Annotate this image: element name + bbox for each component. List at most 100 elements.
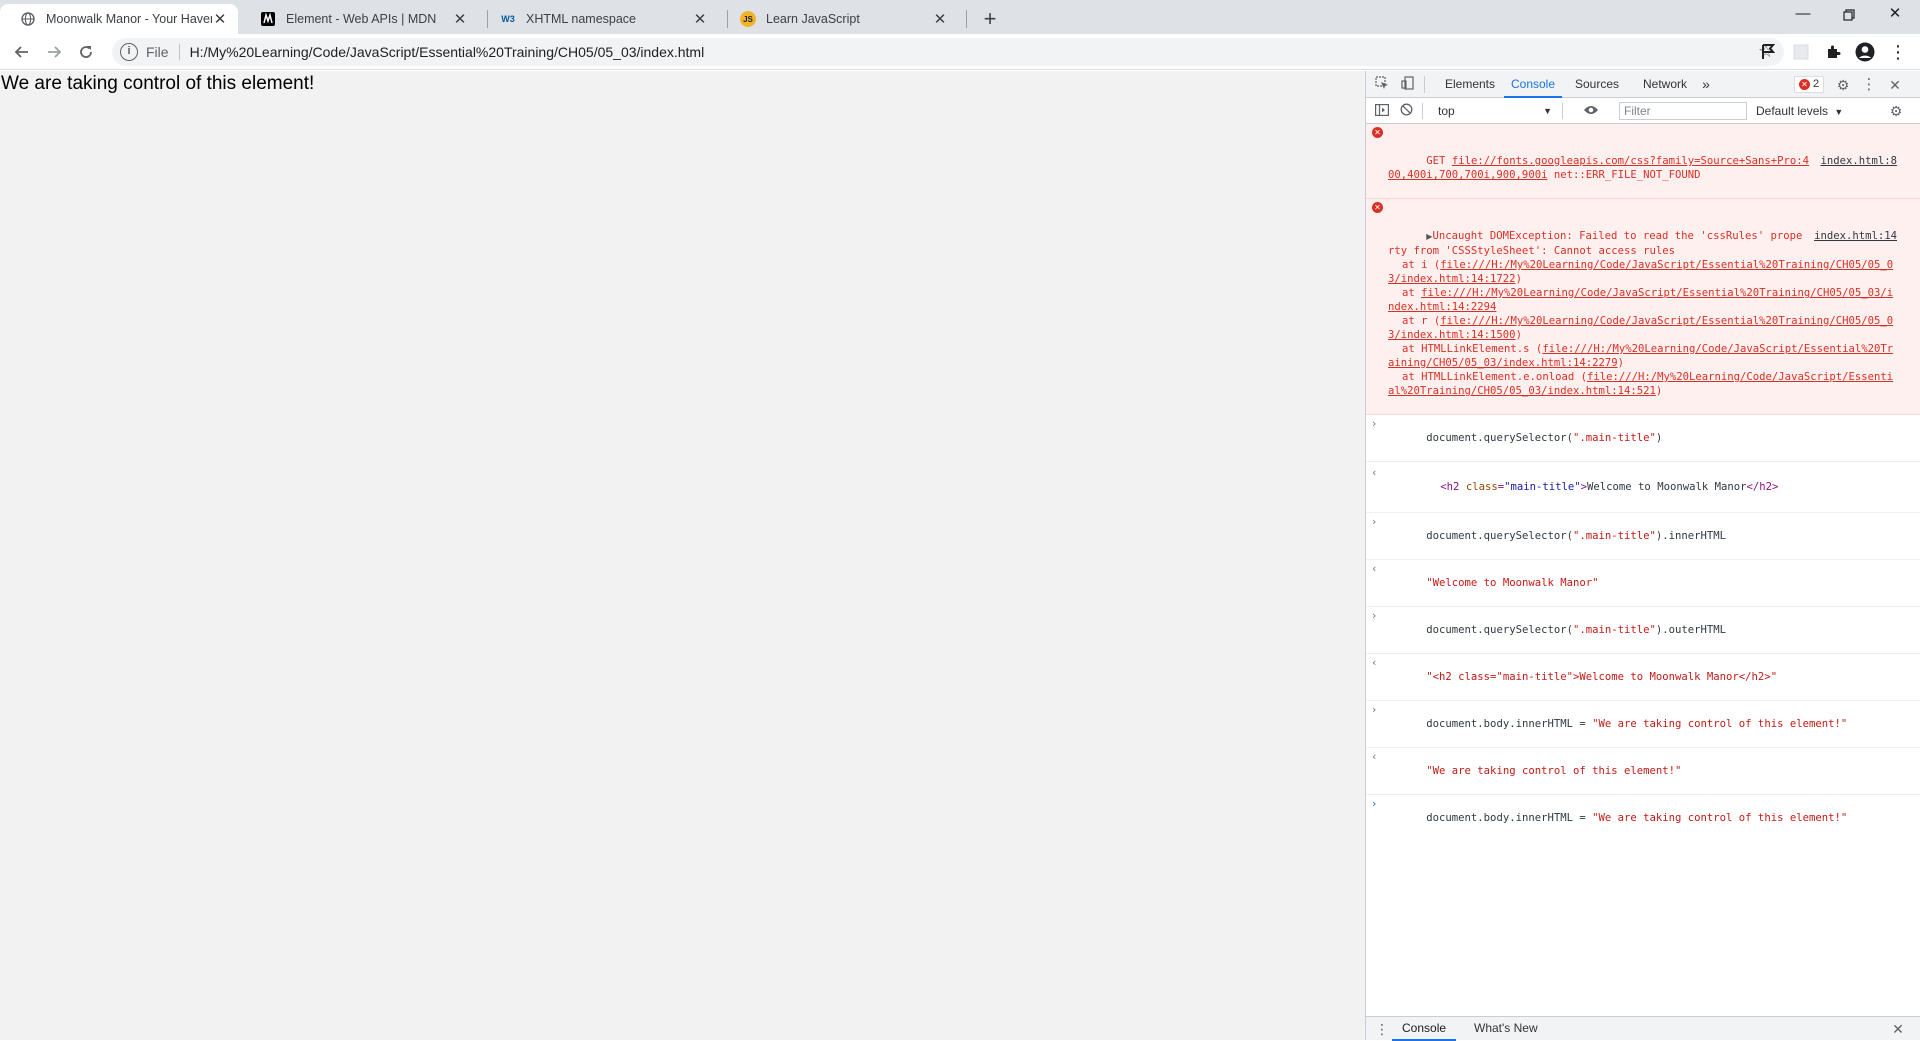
minimize-icon[interactable]: — xyxy=(1780,0,1826,30)
console-prompt[interactable]: › document.body.innerHTML = "We are takin… xyxy=(1366,795,1920,841)
console-result-line[interactable]: ‹ "We are taking control of this element!… xyxy=(1366,748,1920,795)
source-link[interactable]: index.html:14 xyxy=(1814,229,1897,243)
clear-console-icon[interactable] xyxy=(1396,101,1416,121)
stack-frame-prefix: at i ( xyxy=(1402,259,1441,271)
input-chevron-icon: › xyxy=(1372,703,1377,716)
command-text: document.querySelector( xyxy=(1426,624,1573,636)
tab-xhtml-namespace[interactable]: W3 XHTML namespace ✕ xyxy=(480,4,718,34)
scheme-separator xyxy=(178,44,180,60)
close-devtools-icon[interactable]: ✕ xyxy=(1885,75,1905,95)
more-menu-icon[interactable]: ⋮ xyxy=(1886,40,1910,64)
command-text: ) xyxy=(1655,432,1663,444)
stack-frame-link[interactable]: file:///H:/My%20Learning/Code/JavaScript… xyxy=(1388,315,1893,341)
console-result-line[interactable]: ‹ "<h2 class="main-title">Welcome to Moon… xyxy=(1366,654,1920,701)
close-window-icon[interactable]: ✕ xyxy=(1872,0,1918,30)
close-tab-icon[interactable]: ✕ xyxy=(932,10,948,28)
tab-learn-javascript[interactable]: JS Learn JavaScript ✕ xyxy=(720,4,958,34)
restore-icon[interactable] xyxy=(1826,0,1872,30)
live-expression-eye-icon[interactable] xyxy=(1581,101,1601,121)
tab-console[interactable]: Console xyxy=(1504,71,1562,98)
console-error-message: ✕ index.html:8 GET file://fonts.googleapi… xyxy=(1366,124,1920,199)
toolbar-divider xyxy=(1422,103,1423,119)
log-levels-dropdown[interactable]: Default levels ▼ xyxy=(1756,102,1843,120)
device-toolbar-icon[interactable] xyxy=(1398,75,1418,95)
request-method: GET xyxy=(1426,155,1446,167)
stack-frame-link[interactable]: file:///H:/My%20Learning/Code/JavaScript… xyxy=(1388,259,1893,285)
tab-elements[interactable]: Elements xyxy=(1442,71,1498,98)
log-levels-label: Default levels xyxy=(1756,104,1829,118)
w3c-icon: W3 xyxy=(501,14,515,24)
tab-sources[interactable]: Sources xyxy=(1570,71,1624,98)
input-chevron-icon: › xyxy=(1372,515,1377,528)
context-value: top xyxy=(1438,104,1455,118)
reload-icon[interactable] xyxy=(72,38,100,66)
error-circle-icon: ✕ xyxy=(1372,127,1383,138)
console-input-line[interactable]: › document.querySelector(".main-title").i… xyxy=(1366,513,1920,560)
devtools-menu-icon[interactable]: ⋮ xyxy=(1859,75,1879,95)
puzzle-extensions-icon[interactable] xyxy=(1821,40,1845,64)
tab-mdn-element[interactable]: Element - Web APIs | MDN ✕ xyxy=(240,4,478,34)
drawer-tab-console[interactable]: Console xyxy=(1392,1017,1457,1041)
more-tabs-chevron-icon[interactable]: » xyxy=(1698,71,1714,98)
command-text: ).innerHTML xyxy=(1655,530,1727,542)
exception-message: Uncaught DOMException: Failed to read th… xyxy=(1388,230,1803,257)
mdn-icon xyxy=(260,11,276,27)
tab-title: Learn JavaScript xyxy=(766,12,860,26)
tab-title: Moonwalk Manor - Your Haven in xyxy=(46,12,212,26)
console-filter-input[interactable] xyxy=(1619,102,1747,120)
console-filter-bar: top ▼ Default levels ▼ ⚙ xyxy=(1366,98,1920,124)
tab-network[interactable]: Network xyxy=(1634,71,1696,98)
console-input-line[interactable]: › document.body.innerHTML = "We are takin… xyxy=(1366,701,1920,748)
back-arrow-icon[interactable] xyxy=(8,38,36,66)
tab-strip: Moonwalk Manor - Your Haven in ✕ Element… xyxy=(0,0,1920,34)
result-chevron-icon: ‹ xyxy=(1372,562,1377,575)
stack-frame-prefix: at r ( xyxy=(1402,315,1441,327)
result-chevron-icon: ‹ xyxy=(1372,656,1377,669)
globe-icon xyxy=(20,11,36,27)
error-circle-icon: ✕ xyxy=(1799,79,1810,90)
profile-avatar-icon[interactable] xyxy=(1853,40,1877,64)
console-input-line[interactable]: › document.querySelector(".main-title") xyxy=(1366,415,1920,462)
new-tab-button[interactable]: + xyxy=(976,6,1004,34)
js-icon: JS xyxy=(740,11,756,27)
info-icon[interactable]: i xyxy=(120,43,138,61)
stack-frame-link[interactable]: file:///H:/My%20Learning/Code/JavaScript… xyxy=(1388,287,1893,313)
drawer-menu-icon[interactable]: ⋮ xyxy=(1372,1019,1392,1039)
console-input-line[interactable]: › document.querySelector(".main-title").o… xyxy=(1366,607,1920,654)
command-text: document.body.innerHTML = xyxy=(1426,718,1593,730)
close-drawer-icon[interactable]: ✕ xyxy=(1888,1019,1908,1039)
context-selector[interactable]: top ▼ xyxy=(1434,102,1556,120)
html-text: Welcome to Moonwalk Manor xyxy=(1587,481,1747,493)
stack-frame-prefix: at HTMLLinkElement.e.onload ( xyxy=(1402,371,1587,383)
console-settings-gear-icon[interactable]: ⚙ xyxy=(1886,101,1906,121)
settings-gear-icon[interactable]: ⚙ xyxy=(1833,75,1853,95)
html-attr-value: "main-title" xyxy=(1504,481,1581,493)
console-output: ✕ index.html:8 GET file://fonts.googleapi… xyxy=(1366,124,1920,986)
stack-frame-suffix: ) xyxy=(1655,385,1663,397)
tab-title: Element - Web APIs | MDN xyxy=(286,12,437,26)
stack-frame-suffix: ) xyxy=(1617,357,1624,369)
sidebar-toggle-icon[interactable] xyxy=(1372,101,1392,121)
close-tab-icon[interactable]: ✕ xyxy=(212,10,228,28)
console-result-line[interactable]: ‹ <h2 class="main-title">Welcome to Moonw… xyxy=(1366,462,1920,513)
prompt-string[interactable]: "We are taking control of this element!" xyxy=(1592,812,1847,824)
close-tab-icon[interactable]: ✕ xyxy=(452,10,468,28)
extension-placeholder-icon[interactable] xyxy=(1789,40,1813,64)
error-count-badge[interactable]: ✕ 2 xyxy=(1794,76,1825,93)
close-tab-icon[interactable]: ✕ xyxy=(692,10,708,28)
url-text[interactable]: H:/My%20Learning/Code/JavaScript/Essenti… xyxy=(190,44,705,60)
inspect-element-icon[interactable] xyxy=(1372,75,1392,95)
page-viewport: We are taking control of this element! xyxy=(0,71,1365,1040)
prompt-text[interactable]: document.body.innerHTML = xyxy=(1426,812,1592,824)
address-bar[interactable]: i File H:/My%20Learning/Code/JavaScript/… xyxy=(112,38,1784,66)
scheme-label: File xyxy=(146,44,169,60)
tab-moonwalk-manor[interactable]: Moonwalk Manor - Your Haven in ✕ xyxy=(0,4,238,34)
toolbar-divider xyxy=(1424,76,1425,93)
console-result-line[interactable]: ‹ "Welcome to Moonwalk Manor" xyxy=(1366,560,1920,607)
command-text: document.querySelector( xyxy=(1426,530,1573,542)
forward-arrow-icon[interactable] xyxy=(40,38,68,66)
source-link[interactable]: index.html:8 xyxy=(1820,154,1897,168)
devtools-panel: Elements Console Sources Network » ✕ 2 ⚙… xyxy=(1365,71,1920,1041)
drawer-tab-whats-new[interactable]: What's New xyxy=(1466,1017,1546,1041)
extension-flag-icon[interactable] xyxy=(1756,40,1780,64)
